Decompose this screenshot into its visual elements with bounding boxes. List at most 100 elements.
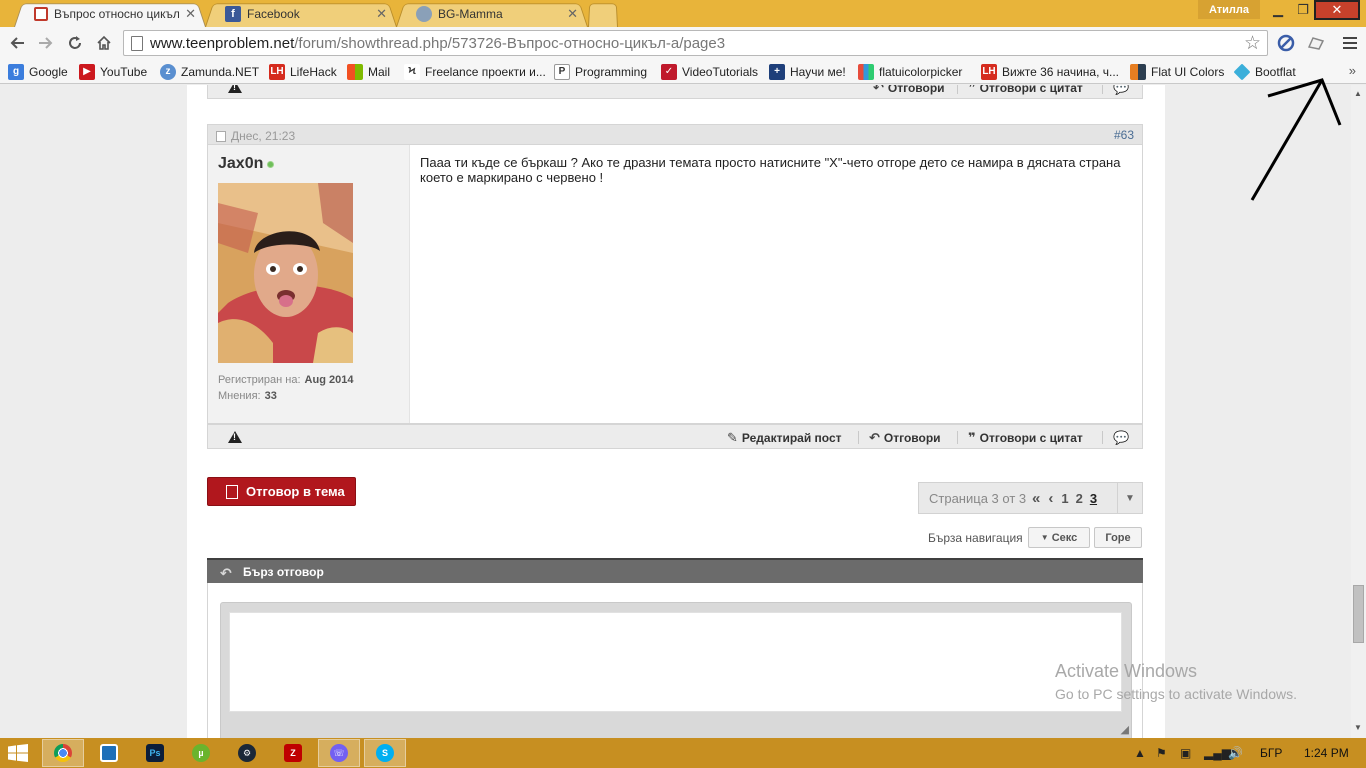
multi-quote-button[interactable]: 💬 <box>1101 85 1133 96</box>
forward-button[interactable] <box>34 31 58 55</box>
close-icon[interactable]: ✕ <box>567 6 578 22</box>
menu-icon[interactable] <box>1340 33 1360 53</box>
browser-title-bar: Въпрос относно цикъл-а ✕ f Facebook ✕ BG… <box>0 0 1366 27</box>
bookmark-label: VideoTutorials <box>682 64 759 79</box>
page-viewport: ↶Отговори ❞Отговори с цитат 💬 Днес, 21:2… <box>0 85 1351 738</box>
taskbar-photoshop[interactable]: Ps <box>134 739 176 767</box>
zamunda-icon: z <box>160 63 176 80</box>
user-avatar[interactable] <box>218 183 353 363</box>
input-language[interactable]: БГР <box>1260 746 1282 760</box>
close-window-button[interactable]: ✕ <box>1314 0 1360 20</box>
post-footer: ✎Редактирай пост ↶Отговори ❞Отговори с ц… <box>207 424 1143 449</box>
reload-button[interactable] <box>63 31 87 55</box>
bookmark-lifehack[interactable]: LH LifeHack <box>269 62 337 81</box>
bookmark-youtube[interactable]: ▶ YouTube <box>79 62 147 81</box>
taskbar-filezilla[interactable]: Z <box>272 739 314 767</box>
taskbar-chrome[interactable] <box>42 739 84 767</box>
bookmark-freelance[interactable]: Ϟ Freelance проекти и... <box>404 62 546 81</box>
bookmark-google[interactable]: g Google <box>8 62 68 81</box>
tab-bgmamma[interactable]: BG-Mamma ✕ <box>396 1 588 27</box>
taskbar-explorer[interactable] <box>88 739 130 767</box>
close-icon[interactable]: ✕ <box>376 6 387 22</box>
tab-title: BG-Mamma <box>438 7 503 21</box>
multi-quote-button[interactable]: 💬 <box>1101 430 1133 446</box>
scroll-down-icon[interactable]: ▼ <box>1354 723 1362 732</box>
bookmark-label: Научи ме! <box>790 64 846 79</box>
back-to-top-button[interactable]: Горе <box>1094 527 1142 548</box>
reply-link[interactable]: ↶ Отговори <box>873 85 945 96</box>
bookmark-star-icon[interactable]: ☆ <box>1244 32 1261 55</box>
post-username[interactable]: Jax0n <box>218 155 275 173</box>
extension-icon[interactable] <box>1306 33 1326 53</box>
new-tab-button[interactable] <box>588 1 618 27</box>
bookmark-label: Flat UI Colors <box>1151 64 1225 79</box>
reply-textarea[interactable] <box>229 612 1122 712</box>
bookmark-label: Вижте 36 начина, ч... <box>1002 64 1119 79</box>
tab-teenproblem[interactable]: Въпрос относно цикъл-а ✕ <box>14 1 206 27</box>
annotation-arrow-icon <box>1250 78 1342 201</box>
report-warning-icon[interactable] <box>228 431 242 443</box>
page-link-1[interactable]: 1 <box>1061 491 1068 506</box>
quote-reply-link[interactable]: ❞ Отговори с цитат <box>957 85 1083 96</box>
scroll-thumb[interactable] <box>1353 585 1364 643</box>
taskbar-utorrent[interactable]: µ <box>180 739 222 767</box>
multiquote-plus-icon: 💬 <box>1113 430 1130 445</box>
edit-post-link[interactable]: ✎ Редактирай пост <box>727 430 842 446</box>
action-center-flag-icon[interactable]: ⚑ <box>1156 746 1167 760</box>
url-path: /forum/showthread.php/573726-Въпрос-отно… <box>294 34 726 52</box>
profile-name[interactable]: Атилла <box>1198 0 1260 19</box>
address-bar[interactable]: www.teenproblem.net/forum/showthread.php… <box>123 30 1268 56</box>
minimize-button[interactable]: ▁ <box>1266 0 1290 20</box>
bookmark-flatuicolorpicker[interactable]: flatuicolorpicker <box>858 62 962 81</box>
network-signal-icon[interactable]: ▂▄▆ <box>1204 746 1231 760</box>
taskbar-steam[interactable]: ⚙ <box>226 739 268 767</box>
section-navigation-button[interactable]: ▼ Секс <box>1028 527 1090 548</box>
first-page-icon[interactable]: « <box>1032 490 1040 507</box>
bookmark-label: Mail <box>368 64 391 79</box>
lifehack-icon: LH <box>981 63 997 80</box>
post-number-link[interactable]: #63 <box>1114 128 1134 142</box>
quote-reply-link[interactable]: ❞ Отговори с цитат <box>957 430 1083 446</box>
bookmark-videotutorials[interactable]: ✓ VideoTutorials <box>661 62 758 81</box>
back-button[interactable] <box>5 31 29 55</box>
device-icon[interactable]: ▣ <box>1180 746 1191 760</box>
bookmark-mail[interactable]: Mail <box>347 62 390 81</box>
bookmark-learn[interactable]: + Научи ме! <box>769 62 846 81</box>
page-info[interactable]: Страница 3 от 3 <box>919 491 1032 506</box>
quick-reply-box: ◢ <box>207 583 1143 738</box>
taskbar-viber[interactable]: ☏ <box>318 739 360 767</box>
previous-page-icon[interactable]: ‹ <box>1048 490 1053 507</box>
photoshop-icon: Ps <box>146 744 164 762</box>
report-warning-icon[interactable] <box>228 85 242 93</box>
chevron-down-icon[interactable]: ▼ <box>1117 483 1142 513</box>
quote-bubble-icon: ❞ <box>968 85 976 95</box>
section-label: Секс <box>1051 531 1078 544</box>
taskbar-skype[interactable]: S <box>364 739 406 767</box>
close-icon[interactable]: ✕ <box>185 6 196 22</box>
bookmark-flatuicolors[interactable]: Flat UI Colors <box>1130 62 1224 81</box>
windows-start-icon[interactable] <box>8 744 28 762</box>
bookmark-zamunda[interactable]: z Zamunda.NET <box>160 62 259 81</box>
resize-handle-icon[interactable]: ◢ <box>1121 723 1129 736</box>
bookmarks-bar: g Google ▶ YouTube z Zamunda.NET LH LifeHack… <box>0 59 1366 84</box>
bookmark-programming[interactable]: P Programming <box>554 62 647 81</box>
quick-reply-title: Бърз отговор <box>243 564 324 579</box>
previous-post-footer: ↶Отговори ❞Отговори с цитат 💬 <box>207 85 1143 99</box>
bookmark-label: YouTube <box>100 64 148 79</box>
page-link-3[interactable]: 3 <box>1090 491 1097 506</box>
google-icon: g <box>8 63 24 80</box>
tray-expand-icon[interactable]: ▲ <box>1134 746 1146 760</box>
restore-button[interactable]: ❐ <box>1292 0 1314 20</box>
tab-facebook[interactable]: f Facebook ✕ <box>205 1 397 27</box>
reply-link[interactable]: ↶ Отговори <box>858 430 941 446</box>
adblock-extension-icon[interactable] <box>1276 33 1296 53</box>
reply-thread-button[interactable]: Отговор в тема <box>207 477 356 506</box>
page-link-2[interactable]: 2 <box>1076 491 1083 506</box>
bookmark-lifehack-article[interactable]: LH Вижте 36 начина, ч... <box>981 62 1119 81</box>
home-button[interactable] <box>92 31 116 55</box>
volume-icon[interactable]: 🔊 <box>1228 746 1243 760</box>
activate-windows-subtitle: Go to PC settings to activate Windows. <box>1055 686 1297 702</box>
chrome-icon <box>54 744 72 762</box>
bookmark-label: Freelance проекти и... <box>425 64 546 79</box>
system-clock[interactable]: 1:24 PM <box>1304 746 1349 760</box>
